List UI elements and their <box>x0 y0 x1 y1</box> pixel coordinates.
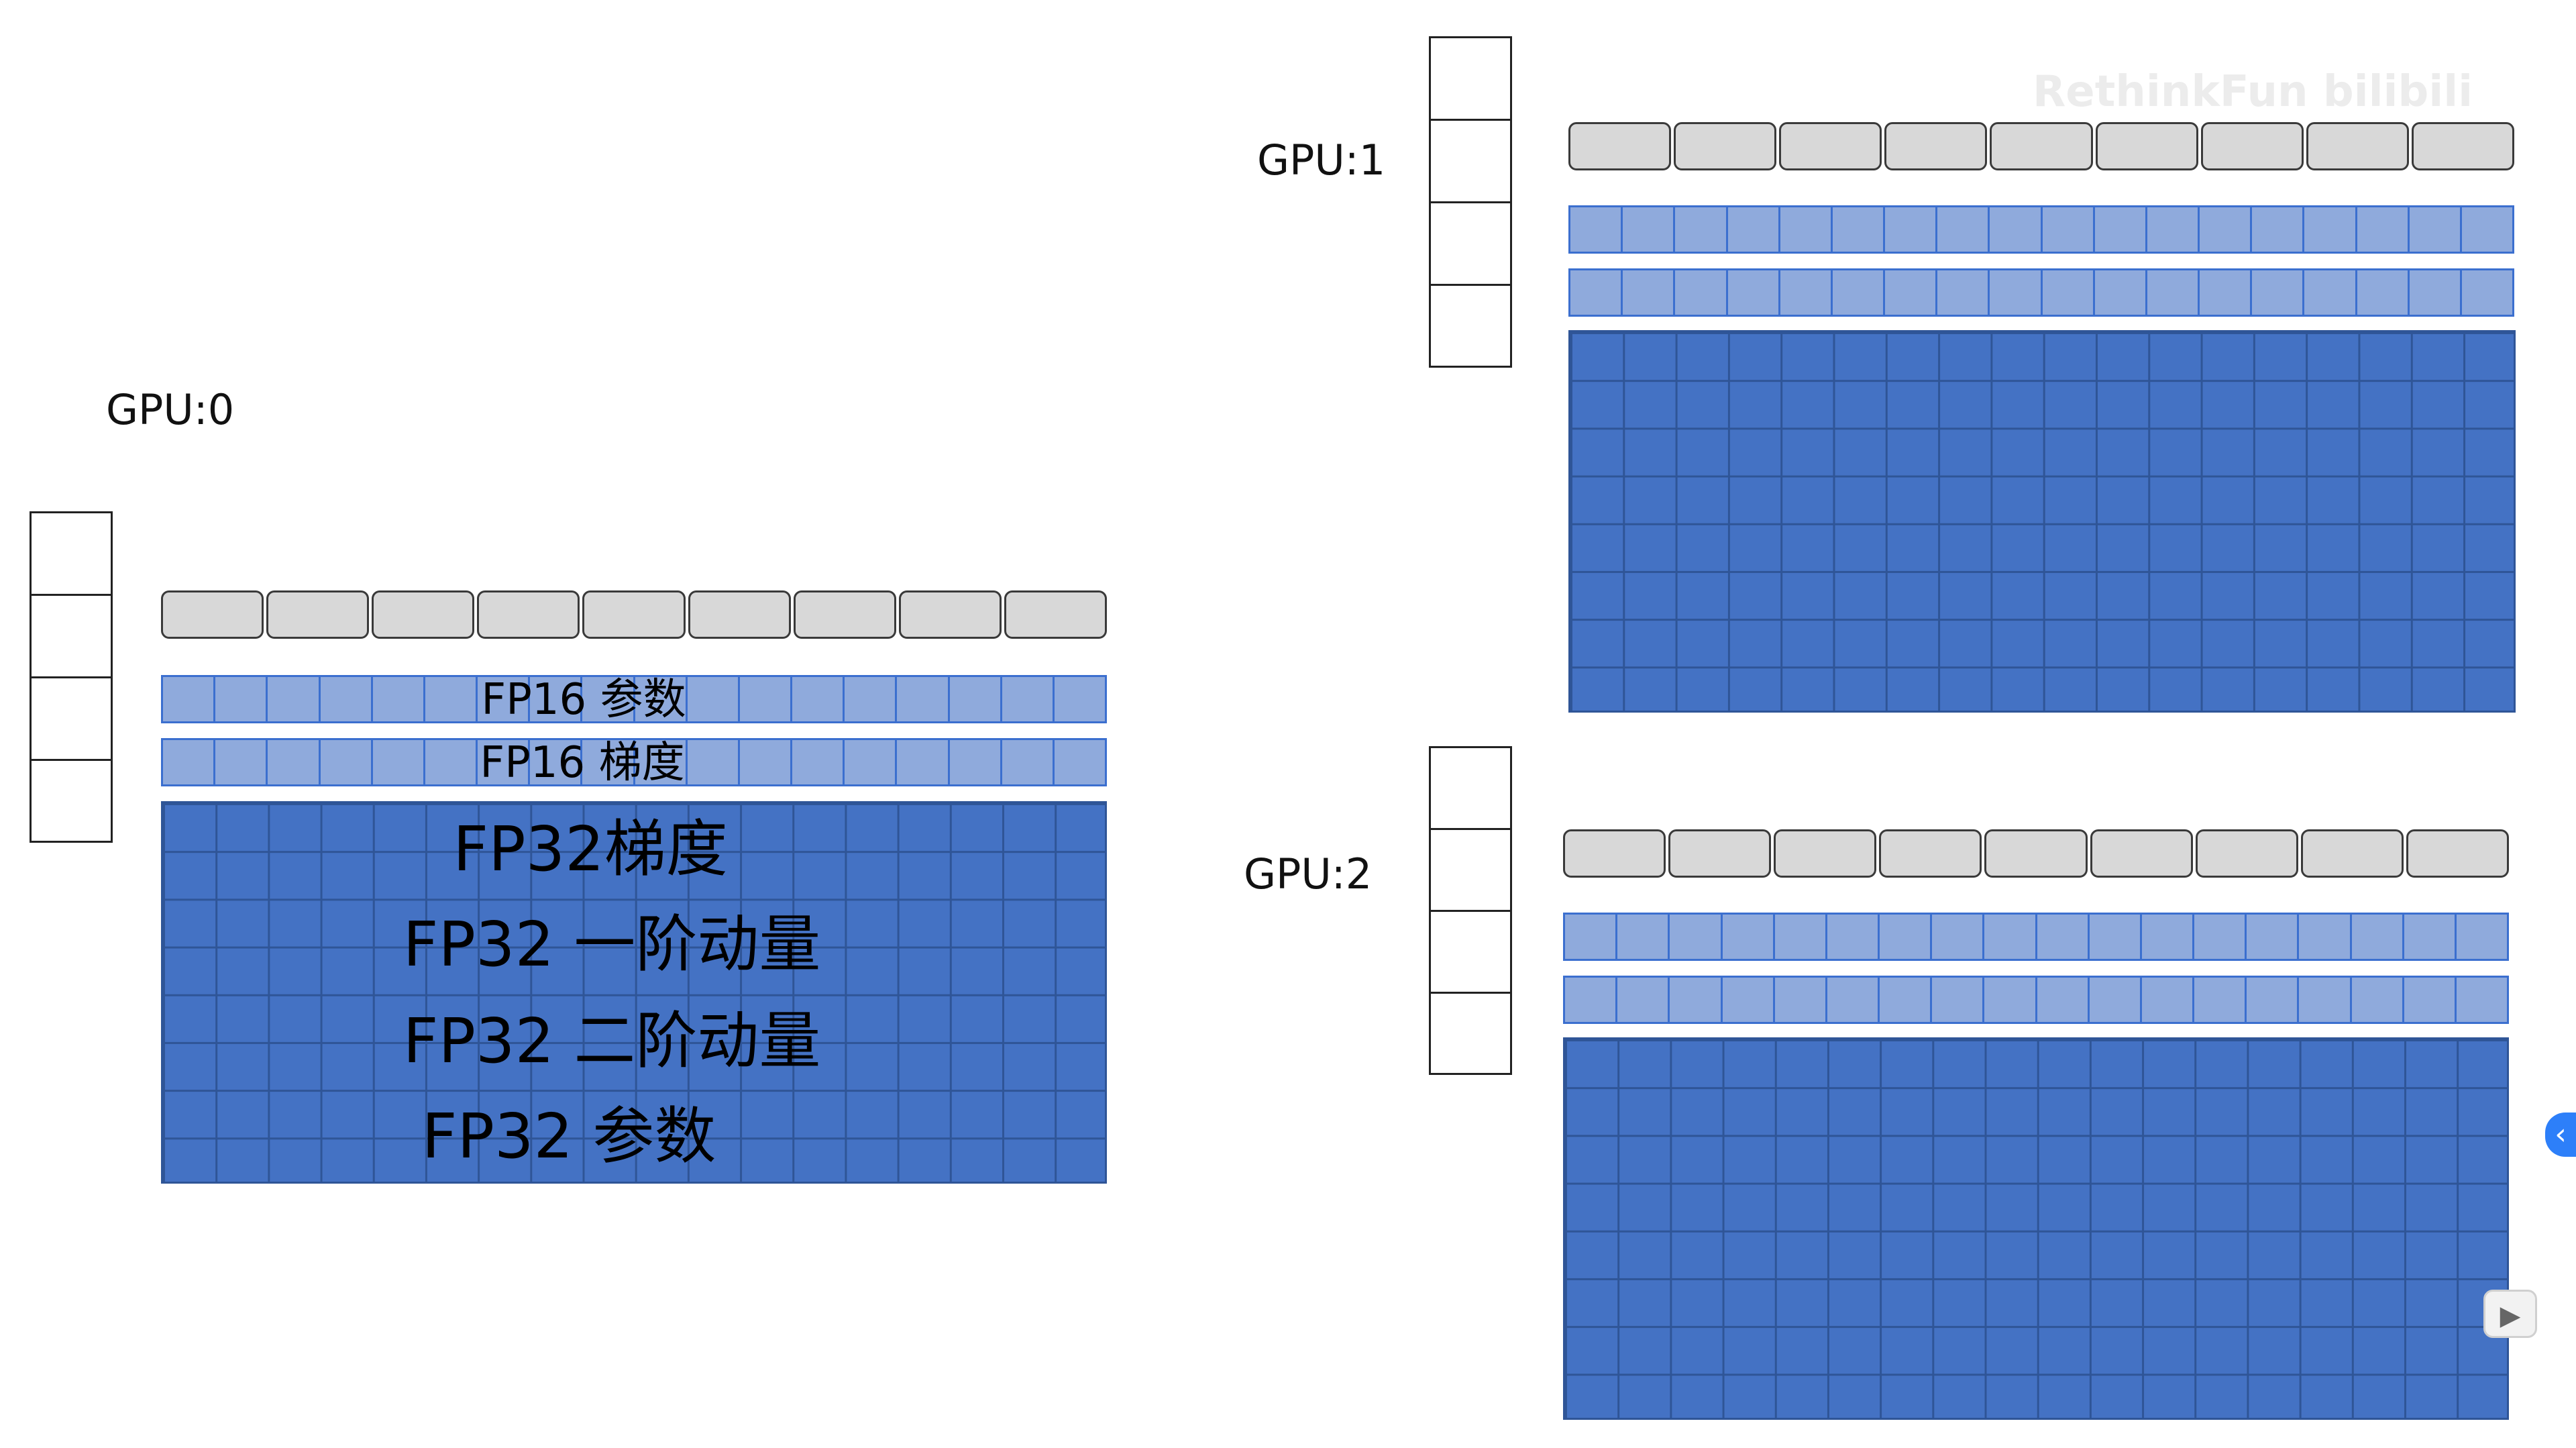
fp16-params-label: FP16 参数 <box>481 675 686 725</box>
gpu1-fp16-params-row <box>1568 205 2514 254</box>
gpu0-gray-cell <box>582 590 686 639</box>
gpu1-fp32-block <box>1568 330 2516 713</box>
gpu1-stack-cell <box>1431 38 1510 121</box>
gpu2-gray-cell <box>1984 829 2088 878</box>
gpu1-gray-cell <box>1884 122 1988 170</box>
gpu0-gray-cell <box>793 590 896 639</box>
gpu2-fp16-params-row <box>1563 913 2509 961</box>
gpu0-gray-row <box>161 590 1107 639</box>
gpu0-gray-cell <box>372 590 475 639</box>
gpu1-stack-cell <box>1431 203 1510 286</box>
gpu2-gray-cell <box>1668 829 1772 878</box>
watermark: RethinkFun bilibili <box>2033 67 2473 117</box>
gpu2-stack-cell <box>1431 830 1510 912</box>
gpu0-gray-cell <box>688 590 791 639</box>
gpu0-stack <box>30 511 113 843</box>
chevron-left-icon[interactable]: ‹ <box>2545 1113 2576 1157</box>
gpu1-gray-cell <box>2306 122 2409 170</box>
gpu2-gray-cell <box>2300 829 2404 878</box>
gpu1-gray-row <box>1568 122 2514 170</box>
gpu0-gray-cell <box>477 590 580 639</box>
gpu0-stack-cell <box>32 761 111 841</box>
gpu2-fp16-grads-row <box>1563 976 2509 1024</box>
fp32-moment2-label: FP32 二阶动量 <box>402 1005 821 1077</box>
gpu2-gray-cell <box>2195 829 2298 878</box>
gpu2-gray-cell <box>2090 829 2193 878</box>
gpu2-stack <box>1429 746 1512 1075</box>
gpu2-gray-cell <box>2406 829 2509 878</box>
gpu2-stack-cell <box>1431 912 1510 994</box>
gpu2-stack-cell <box>1431 994 1510 1073</box>
fp16-grads-label: FP16 梯度 <box>480 738 685 788</box>
gpu0-gray-cell <box>266 590 370 639</box>
gpu2-gray-row <box>1563 829 2509 878</box>
gpu1-stack <box>1429 36 1512 368</box>
video-icon[interactable]: ▶ <box>2483 1290 2537 1338</box>
gpu1-stack-cell <box>1431 121 1510 203</box>
fp32-moment1-label: FP32 一阶动量 <box>402 909 821 980</box>
gpu0-stack-cell <box>32 596 111 678</box>
gpu1-gray-cell <box>2200 122 2304 170</box>
gpu0-stack-cell <box>32 678 111 761</box>
gpu0-label: GPU:0 <box>106 385 235 434</box>
gpu2-gray-cell <box>1879 829 1982 878</box>
gpu2-stack-cell <box>1431 748 1510 830</box>
gpu2-fp32-block <box>1563 1037 2509 1420</box>
gpu2-gray-cell <box>1563 829 1666 878</box>
gpu1-gray-cell <box>2411 122 2514 170</box>
gpu1-stack-cell <box>1431 286 1510 366</box>
gpu0-gray-cell <box>161 590 264 639</box>
gpu0-stack-cell <box>32 513 111 596</box>
gpu1-gray-cell <box>1568 122 1672 170</box>
gpu1-gray-cell <box>1779 122 1882 170</box>
gpu1-gray-cell <box>1674 122 1777 170</box>
gpu1-gray-cell <box>1990 122 2093 170</box>
gpu1-fp16-grads-row <box>1568 268 2514 317</box>
gpu0-gray-cell <box>1004 590 1107 639</box>
gpu1-gray-cell <box>2095 122 2198 170</box>
gpu0-gray-cell <box>898 590 1002 639</box>
fp32-params-label: FP32 参数 <box>421 1100 716 1172</box>
gpu2-gray-cell <box>1774 829 1877 878</box>
gpu2-label: GPU:2 <box>1244 849 1373 898</box>
gpu1-label: GPU:1 <box>1257 136 1386 185</box>
fp32-grads-label: FP32梯度 <box>453 813 728 885</box>
